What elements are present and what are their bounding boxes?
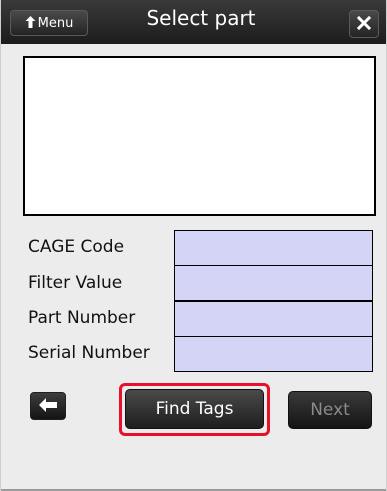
cage-code-field[interactable] [174,230,373,266]
close-icon [356,15,372,34]
serial-number-label: Serial Number [28,343,150,363]
left-arrow-icon [39,397,57,416]
back-button[interactable] [30,392,66,420]
page-title: Select part [146,6,256,30]
part-number-field[interactable] [174,301,373,337]
part-number-label: Part Number [28,308,136,328]
find-tags-button[interactable]: Find Tags [125,389,264,429]
cage-code-label: CAGE Code [28,237,125,257]
parts-list[interactable] [23,56,376,216]
menu-label: Menu [37,15,74,31]
menu-button[interactable]: Menu [10,10,88,36]
filter-value-label: Filter Value [28,273,123,293]
next-button[interactable]: Next [288,391,372,429]
select-part-window: Menu Select part CAGE Code Filter Value … [0,0,387,491]
filter-value-field[interactable] [174,265,373,301]
serial-number-field[interactable] [174,336,373,372]
up-arrow-icon [25,15,36,31]
title-bar: Menu Select part [1,0,386,44]
close-button[interactable] [349,10,379,38]
